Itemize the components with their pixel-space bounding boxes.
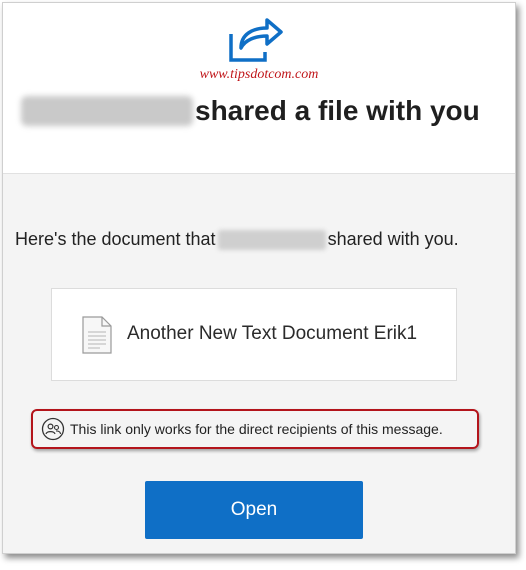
- email-header: www.tipsdotcom.com shared a file with yo…: [3, 3, 515, 174]
- share-icon: [229, 18, 283, 62]
- intro-prefix: Here's the document that: [15, 229, 216, 249]
- intro-message: Here's the document that shared with you…: [15, 229, 459, 250]
- share-email-card: www.tipsdotcom.com shared a file with yo…: [2, 2, 516, 554]
- watermark-text: www.tipsdotcom.com: [199, 67, 319, 82]
- document-card[interactable]: Another New Text Document Erik1: [51, 288, 457, 381]
- title-text: shared a file with you: [195, 95, 480, 126]
- notice-text: This link only works for the direct reci…: [70, 421, 443, 437]
- redacted-sender: [217, 229, 326, 250]
- recipient-notice: This link only works for the direct reci…: [31, 409, 479, 449]
- open-button[interactable]: Open: [145, 481, 363, 539]
- text-file-icon: [82, 316, 112, 354]
- redacted-sender-name: [21, 96, 193, 126]
- document-name[interactable]: Another New Text Document Erik1: [127, 323, 417, 345]
- intro-suffix: shared with you.: [327, 229, 459, 249]
- page-title: shared a file with you: [21, 91, 480, 131]
- people-icon: [41, 417, 65, 441]
